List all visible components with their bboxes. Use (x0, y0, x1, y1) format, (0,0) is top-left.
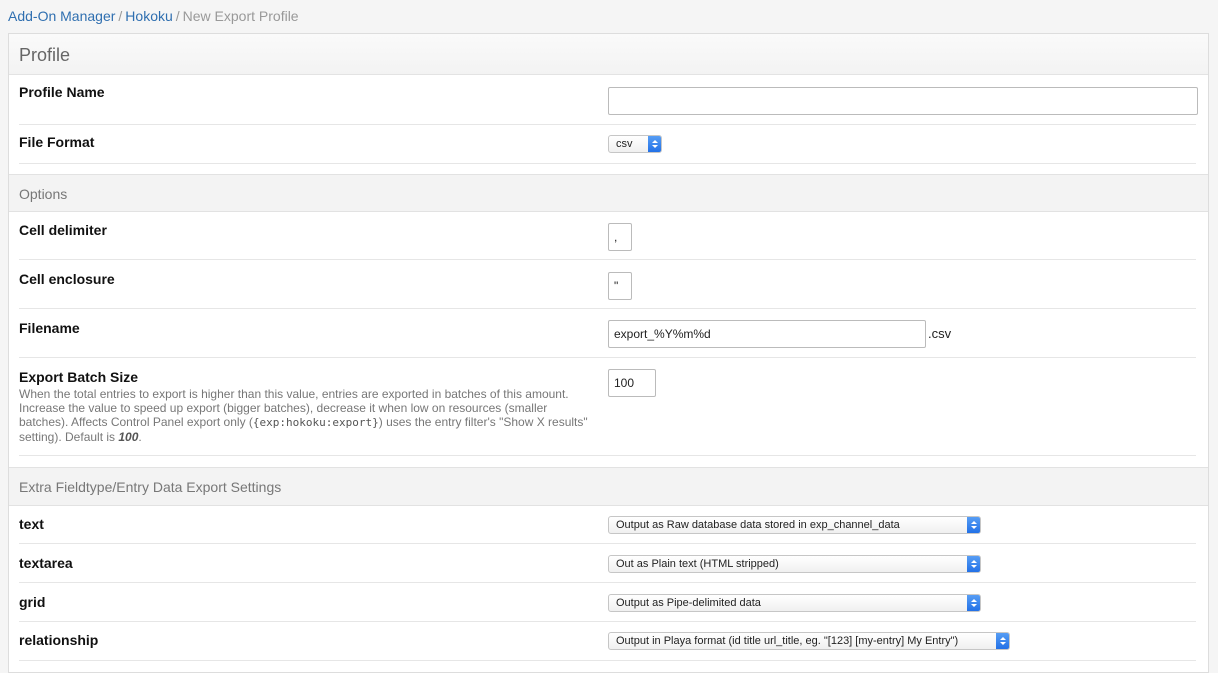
export-batch-input[interactable]: 100 (608, 369, 656, 397)
profile-name-label: Profile Name (19, 84, 105, 100)
filename-label: Filename (19, 320, 80, 336)
relationship-field-label: relationship (19, 632, 99, 648)
textarea-field-label: textarea (19, 555, 73, 571)
cell-enclosure-row: Cell enclosure " (19, 271, 1196, 309)
breadcrumb-separator: / (118, 8, 123, 24)
file-format-value: csv (616, 138, 633, 150)
file-format-label: File Format (19, 134, 95, 150)
filename-input[interactable]: export_%Y%m%d (608, 320, 926, 348)
cell-enclosure-input[interactable]: " (608, 272, 632, 300)
panel-title: Profile (19, 45, 71, 65)
updown-chevron-icon (967, 595, 980, 611)
export-batch-description: When the total entries to export is high… (19, 387, 588, 444)
updown-chevron-icon (967, 556, 980, 572)
text-field-select-value: Output as Raw database data stored in ex… (616, 519, 900, 531)
breadcrumb: Add-On Manager / Hokoku / New Export Profile (8, 7, 299, 25)
text-field-row: text Output as Raw database data stored … (19, 516, 1196, 544)
export-tag-code: {exp:hokoku:export} (252, 416, 379, 429)
textarea-field-row: textarea Out as Plain text (HTML strippe… (19, 555, 1196, 583)
options-section-title: Options (19, 186, 68, 202)
grid-field-label: grid (19, 594, 46, 610)
options-section-header: Options (9, 174, 1208, 212)
profile-name-row: Profile Name (19, 84, 1198, 125)
relationship-field-select-value: Output in Playa format (id title url_tit… (616, 635, 959, 647)
filename-suffix: .csv (928, 326, 952, 341)
text-field-label: text (19, 516, 44, 532)
grid-field-select[interactable]: Output as Pipe-delimited data (608, 594, 981, 612)
text-field-select[interactable]: Output as Raw database data stored in ex… (608, 516, 981, 534)
profile-panel: Profile Profile Name File Format csv Opt… (8, 33, 1209, 673)
export-batch-label: Export Batch Size (19, 369, 139, 385)
default-batch-value: 100 (118, 430, 139, 444)
breadcrumb-addon-manager[interactable]: Add-On Manager (8, 8, 115, 24)
textarea-field-select-value: Out as Plain text (HTML stripped) (616, 558, 779, 570)
filename-row: Filename export_%Y%m%d .csv (19, 320, 1196, 358)
profile-name-input[interactable] (608, 87, 1198, 115)
breadcrumb-hokoku[interactable]: Hokoku (125, 8, 172, 24)
cell-delimiter-row: Cell delimiter , (19, 222, 1196, 260)
grid-field-select-value: Output as Pipe-delimited data (616, 597, 761, 609)
cell-enclosure-label: Cell enclosure (19, 271, 115, 287)
panel-header: Profile (9, 34, 1208, 75)
relationship-field-select[interactable]: Output in Playa format (id title url_tit… (608, 632, 1010, 650)
export-batch-row: Export Batch Size When the total entries… (19, 369, 1196, 456)
extra-section-title: Extra Fieldtype/Entry Data Export Settin… (19, 479, 282, 495)
file-format-row: File Format csv (19, 134, 1196, 164)
relationship-field-row: relationship Output in Playa format (id … (19, 632, 1196, 661)
extra-section-header: Extra Fieldtype/Entry Data Export Settin… (9, 467, 1208, 506)
updown-chevron-icon (967, 517, 980, 533)
updown-chevron-icon (648, 136, 661, 152)
cell-delimiter-input[interactable]: , (608, 223, 632, 251)
grid-field-row: grid Output as Pipe-delimited data (19, 594, 1196, 622)
file-format-select[interactable]: csv (608, 135, 662, 153)
textarea-field-select[interactable]: Out as Plain text (HTML stripped) (608, 555, 981, 573)
cell-delimiter-label: Cell delimiter (19, 222, 107, 238)
breadcrumb-separator: / (175, 8, 180, 24)
updown-chevron-icon (996, 633, 1009, 649)
breadcrumb-current: New Export Profile (182, 8, 299, 24)
